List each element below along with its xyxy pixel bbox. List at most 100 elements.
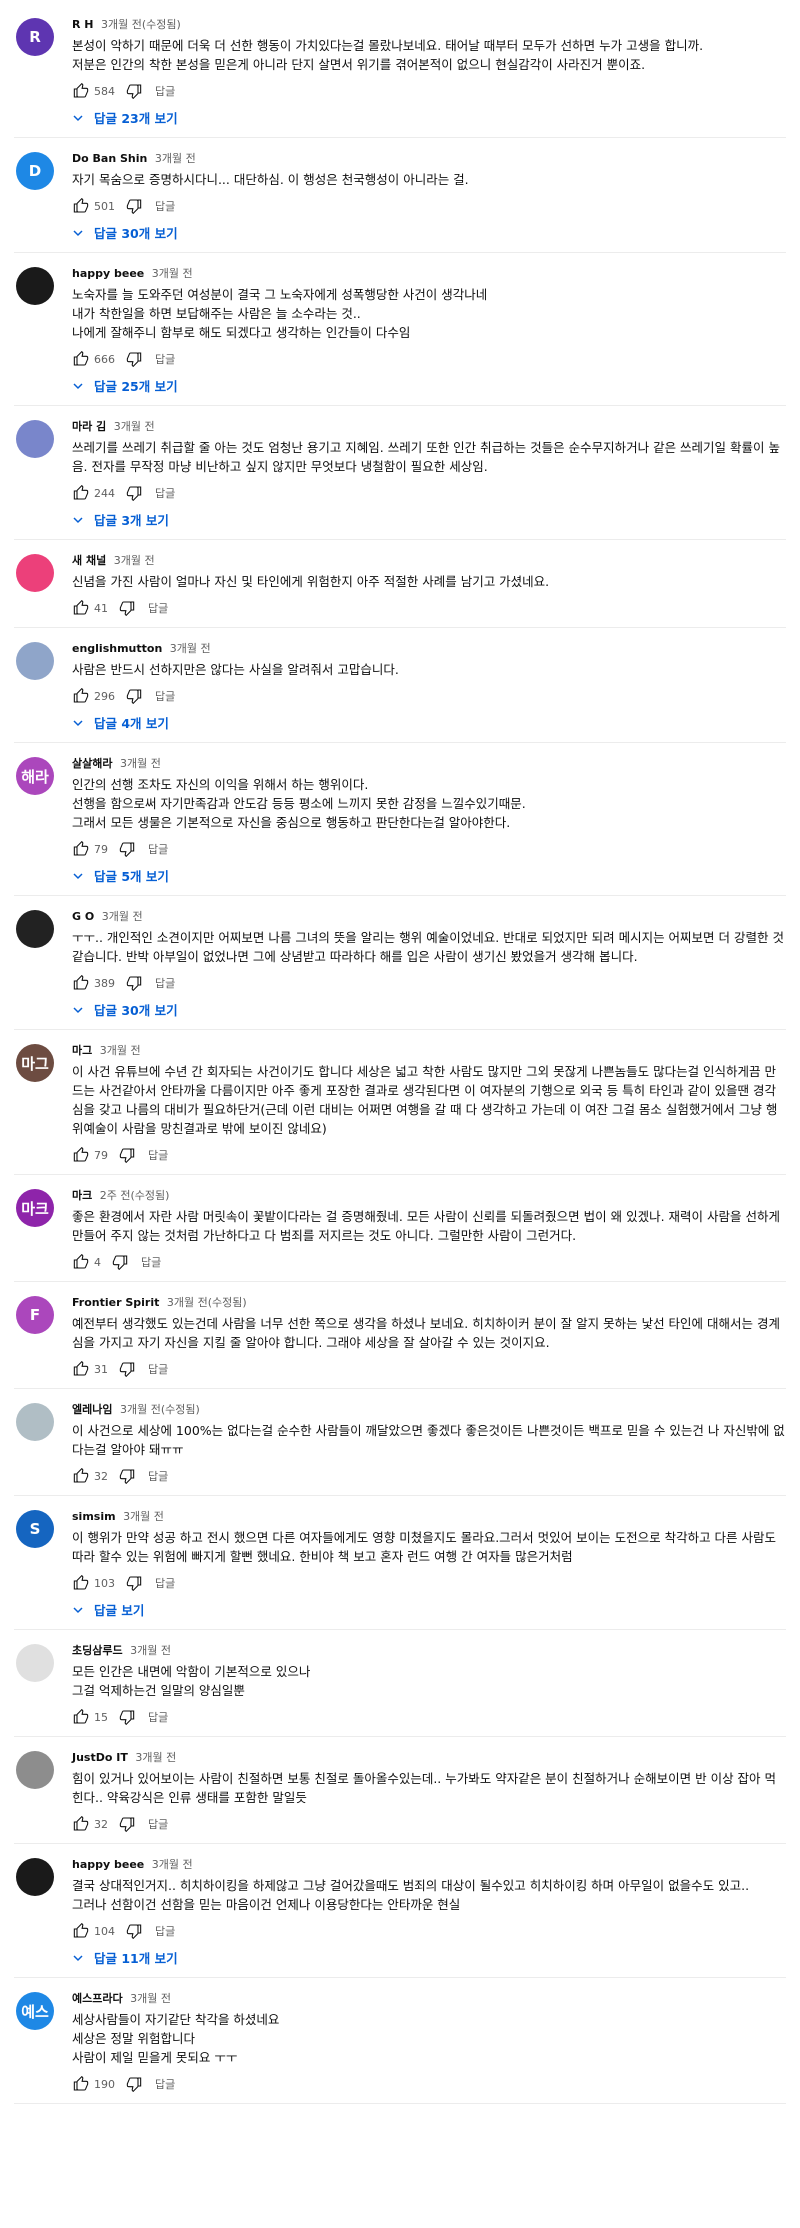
- reply-button[interactable]: 답글: [148, 1468, 168, 1484]
- like-icon[interactable]: [72, 1146, 90, 1164]
- avatar[interactable]: [16, 910, 54, 948]
- author-name[interactable]: 새 채널: [72, 554, 106, 567]
- avatar[interactable]: 예스: [16, 1992, 54, 2030]
- dislike-icon[interactable]: [125, 350, 143, 368]
- comment-timestamp[interactable]: 2주 전(수정됨): [100, 1189, 170, 1202]
- avatar[interactable]: [16, 1403, 54, 1441]
- dislike-icon[interactable]: [125, 687, 143, 705]
- comment-timestamp[interactable]: 3개월 전: [130, 1644, 171, 1657]
- avatar[interactable]: [16, 1751, 54, 1789]
- view-replies-button[interactable]: 답글 4개 보기: [70, 713, 786, 732]
- dislike-icon[interactable]: [125, 197, 143, 215]
- dislike-icon[interactable]: [125, 82, 143, 100]
- like-icon[interactable]: [72, 82, 90, 100]
- like-icon[interactable]: [72, 1815, 90, 1833]
- like-icon[interactable]: [72, 974, 90, 992]
- avatar[interactable]: D: [16, 152, 54, 190]
- comment-timestamp[interactable]: 3개월 전: [120, 757, 161, 770]
- comment-timestamp[interactable]: 3개월 전: [123, 1510, 164, 1523]
- like-icon[interactable]: [72, 1708, 90, 1726]
- reply-button[interactable]: 답글: [155, 83, 175, 99]
- author-name[interactable]: happy beee: [72, 267, 144, 280]
- reply-button[interactable]: 답글: [155, 198, 175, 214]
- author-name[interactable]: Do Ban Shin: [72, 152, 147, 165]
- comment-timestamp[interactable]: 3개월 전: [152, 1858, 193, 1871]
- comment-timestamp[interactable]: 3개월 전: [155, 152, 196, 165]
- reply-button[interactable]: 답글: [155, 485, 175, 501]
- view-replies-button[interactable]: 답글 25개 보기: [70, 376, 786, 395]
- avatar[interactable]: [16, 1644, 54, 1682]
- like-icon[interactable]: [72, 350, 90, 368]
- reply-button[interactable]: 답글: [155, 1923, 175, 1939]
- comment-timestamp[interactable]: 3개월 전: [102, 910, 143, 923]
- like-icon[interactable]: [72, 484, 90, 502]
- dislike-icon[interactable]: [118, 1146, 136, 1164]
- avatar[interactable]: [16, 642, 54, 680]
- comment-timestamp[interactable]: 3개월 전: [152, 267, 193, 280]
- author-name[interactable]: 살살해라: [72, 757, 112, 770]
- dislike-icon[interactable]: [118, 1360, 136, 1378]
- avatar[interactable]: F: [16, 1296, 54, 1334]
- like-icon[interactable]: [72, 687, 90, 705]
- dislike-icon[interactable]: [118, 1467, 136, 1485]
- like-icon[interactable]: [72, 1360, 90, 1378]
- comment-timestamp[interactable]: 3개월 전(수정됨): [120, 1403, 200, 1416]
- like-icon[interactable]: [72, 197, 90, 215]
- view-replies-button[interactable]: 답글 보기: [70, 1600, 786, 1619]
- comment-timestamp[interactable]: 3개월 전: [114, 554, 155, 567]
- author-name[interactable]: 마그: [72, 1044, 92, 1057]
- comment-timestamp[interactable]: 3개월 전(수정됨): [167, 1296, 247, 1309]
- avatar[interactable]: 마크: [16, 1189, 54, 1227]
- comment-timestamp[interactable]: 3개월 전: [100, 1044, 141, 1057]
- like-icon[interactable]: [72, 599, 90, 617]
- like-icon[interactable]: [72, 1253, 90, 1271]
- view-replies-button[interactable]: 답글 30개 보기: [70, 1000, 786, 1019]
- reply-button[interactable]: 답글: [155, 688, 175, 704]
- avatar[interactable]: [16, 1858, 54, 1896]
- reply-button[interactable]: 답글: [148, 841, 168, 857]
- dislike-icon[interactable]: [125, 1922, 143, 1940]
- comment-timestamp[interactable]: 3개월 전: [170, 642, 211, 655]
- comment-timestamp[interactable]: 3개월 전: [135, 1751, 176, 1764]
- author-name[interactable]: 마크: [72, 1189, 92, 1202]
- reply-button[interactable]: 답글: [141, 1254, 161, 1270]
- comment-timestamp[interactable]: 3개월 전: [130, 1992, 171, 2005]
- avatar[interactable]: [16, 420, 54, 458]
- avatar[interactable]: R: [16, 18, 54, 56]
- like-icon[interactable]: [72, 1574, 90, 1592]
- dislike-icon[interactable]: [125, 1574, 143, 1592]
- dislike-icon[interactable]: [118, 840, 136, 858]
- comment-timestamp[interactable]: 3개월 전: [114, 420, 155, 433]
- dislike-icon[interactable]: [118, 1815, 136, 1833]
- author-name[interactable]: G O: [72, 910, 94, 923]
- reply-button[interactable]: 답글: [148, 600, 168, 616]
- author-name[interactable]: 예스프라다: [72, 1992, 123, 2005]
- dislike-icon[interactable]: [118, 1708, 136, 1726]
- author-name[interactable]: Frontier Spirit: [72, 1296, 159, 1309]
- reply-button[interactable]: 답글: [148, 1816, 168, 1832]
- reply-button[interactable]: 답글: [155, 2076, 175, 2092]
- reply-button[interactable]: 답글: [155, 975, 175, 991]
- author-name[interactable]: happy beee: [72, 1858, 144, 1871]
- like-icon[interactable]: [72, 1467, 90, 1485]
- avatar[interactable]: [16, 267, 54, 305]
- avatar[interactable]: S: [16, 1510, 54, 1548]
- dislike-icon[interactable]: [118, 599, 136, 617]
- view-replies-button[interactable]: 답글 3개 보기: [70, 510, 786, 529]
- dislike-icon[interactable]: [125, 484, 143, 502]
- comment-timestamp[interactable]: 3개월 전(수정됨): [101, 18, 181, 31]
- reply-button[interactable]: 답글: [148, 1361, 168, 1377]
- avatar[interactable]: 마그: [16, 1044, 54, 1082]
- reply-button[interactable]: 답글: [155, 351, 175, 367]
- author-name[interactable]: englishmutton: [72, 642, 162, 655]
- dislike-icon[interactable]: [125, 2075, 143, 2093]
- author-name[interactable]: R H: [72, 18, 94, 31]
- like-icon[interactable]: [72, 1922, 90, 1940]
- dislike-icon[interactable]: [111, 1253, 129, 1271]
- like-icon[interactable]: [72, 2075, 90, 2093]
- author-name[interactable]: 마라 김: [72, 420, 106, 433]
- view-replies-button[interactable]: 답글 30개 보기: [70, 223, 786, 242]
- author-name[interactable]: simsim: [72, 1510, 116, 1523]
- view-replies-button[interactable]: 답글 23개 보기: [70, 108, 786, 127]
- author-name[interactable]: 초딩삼루드: [72, 1644, 123, 1657]
